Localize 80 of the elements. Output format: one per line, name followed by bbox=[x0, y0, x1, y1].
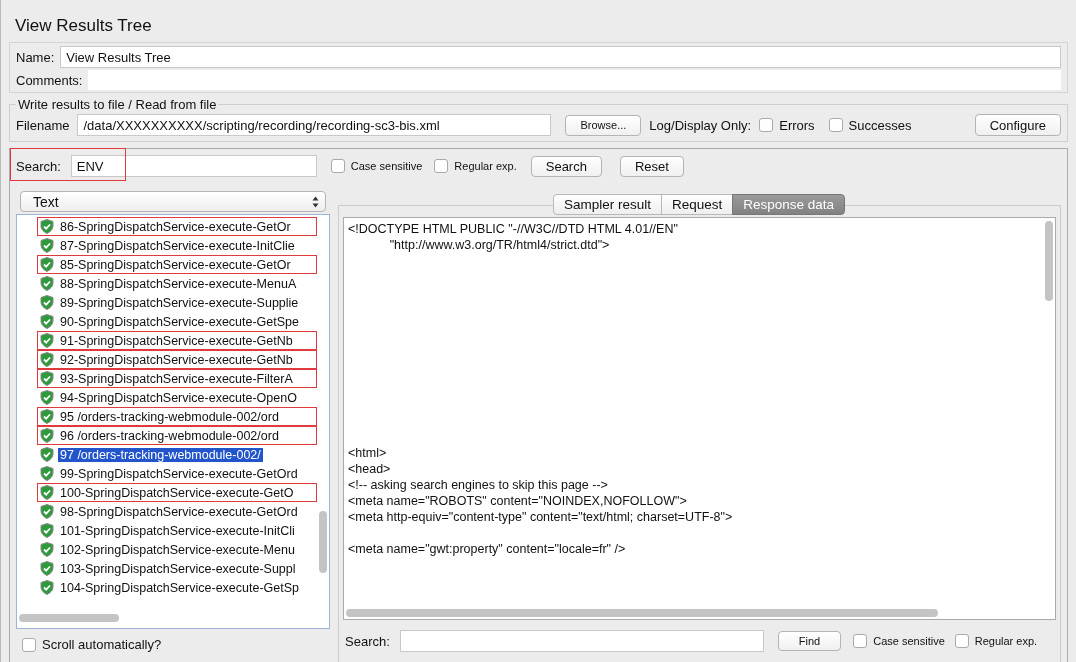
tree-item[interactable]: 95 /orders-tracking-webmodule-002/ord bbox=[37, 407, 317, 426]
tree-item[interactable]: 104-SpringDispatchService-execute-GetSp bbox=[37, 578, 317, 597]
scrollbar-thumb[interactable] bbox=[19, 614, 119, 622]
renderer-dropdown[interactable]: Text bbox=[20, 191, 326, 212]
success-shield-icon bbox=[40, 409, 54, 424]
success-shield-icon bbox=[40, 542, 54, 557]
checkbox[interactable] bbox=[759, 118, 774, 132]
field-label: Comments: bbox=[16, 72, 83, 88]
checkbox-label: Successes bbox=[848, 117, 912, 133]
field-label: Name: bbox=[16, 49, 55, 65]
configure-button[interactable]: Configure bbox=[974, 114, 1061, 136]
group-legend: Write results to file / Read from file bbox=[16, 97, 219, 112]
success-shield-icon bbox=[40, 333, 54, 348]
checkbox[interactable] bbox=[954, 634, 969, 648]
success-shield-icon bbox=[40, 295, 54, 310]
success-shield-icon bbox=[40, 219, 54, 234]
panel-title: View Results Tree bbox=[14, 15, 153, 37]
filename-field[interactable]: /data/XXXXXXXXXX/scripting/recording/recording-sc3-bis.xml bbox=[77, 114, 552, 136]
tree-item[interactable]: 90-SpringDispatchService-execute-GetSpe bbox=[37, 312, 317, 331]
field-label: Log/Display Only: bbox=[649, 117, 752, 133]
tree-item[interactable]: 103-SpringDispatchService-execute-Suppl bbox=[37, 559, 317, 578]
find-field[interactable] bbox=[399, 630, 764, 652]
checkbox[interactable] bbox=[330, 159, 345, 173]
tree-item[interactable]: 93-SpringDispatchService-execute-FilterA bbox=[37, 369, 317, 388]
checkbox-label: Regular exp. bbox=[974, 635, 1038, 647]
success-shield-icon bbox=[40, 276, 54, 291]
tree-item[interactable]: 98-SpringDispatchService-execute-GetOrd bbox=[37, 502, 317, 521]
search-field[interactable]: ENV bbox=[70, 155, 317, 177]
tree-item[interactable]: 102-SpringDispatchService-execute-Menu bbox=[37, 540, 317, 559]
tree-item[interactable]: 99-SpringDispatchService-execute-GetOrd bbox=[37, 464, 317, 483]
success-shield-icon bbox=[40, 561, 54, 576]
tree-item[interactable]: 91-SpringDispatchService-execute-GetNb bbox=[37, 331, 317, 350]
checkbox-label: Errors bbox=[779, 117, 815, 133]
search-button[interactable]: Search bbox=[530, 155, 602, 177]
dropdown-arrows-icon bbox=[312, 195, 319, 208]
tree-item[interactable]: 92-SpringDispatchService-execute-GetNb bbox=[37, 350, 317, 369]
tree-item[interactable]: 88-SpringDispatchService-execute-MenuA bbox=[37, 274, 317, 293]
success-shield-icon bbox=[40, 371, 54, 386]
scrollbar-thumb[interactable] bbox=[319, 511, 327, 573]
success-shield-icon bbox=[40, 390, 54, 405]
response-source-text: <!DOCTYPE HTML PUBLIC "-//W3C//DTD HTML 4.01//EN" "http://www.w3.org/TR/html4/strict.dtd"> <html> <head> <!-- asking search engines to skip this page --> <meta name="ROBOTS" content="NOINDEX,NOFOLLOW"> <meta http-equiv="content-type" content="text/html; charset=UTF-8"> <meta name="gwt:property" content="locale=fr" /> bbox=[348, 221, 733, 557]
success-shield-icon bbox=[40, 523, 54, 538]
checkbox[interactable] bbox=[22, 637, 36, 652]
success-shield-icon bbox=[40, 257, 54, 272]
field-label: Search: bbox=[345, 633, 390, 649]
tree-item[interactable]: 94-SpringDispatchService-execute-OpenO bbox=[37, 388, 317, 407]
success-shield-icon bbox=[40, 352, 54, 367]
success-shield-icon bbox=[40, 314, 54, 329]
checkbox-label: Case sensitive bbox=[350, 160, 423, 172]
name-field[interactable]: View Results Tree bbox=[60, 46, 1061, 68]
tab[interactable]: Sampler result bbox=[552, 194, 662, 215]
tree-item[interactable]: 85-SpringDispatchService-execute-GetOr bbox=[37, 255, 317, 274]
response-text-area[interactable] bbox=[343, 217, 1056, 620]
tree-item[interactable]: 100-SpringDispatchService-execute-GetO bbox=[37, 483, 317, 502]
browse-button[interactable]: Browse... bbox=[565, 114, 642, 136]
checkbox-label: Scroll automatically? bbox=[42, 637, 162, 652]
success-shield-icon bbox=[40, 447, 54, 462]
success-shield-icon bbox=[40, 428, 54, 443]
tree-item[interactable]: 101-SpringDispatchService-execute-InitCli bbox=[37, 521, 317, 540]
checkbox[interactable] bbox=[434, 159, 449, 173]
checkbox-label: Regular exp. bbox=[454, 160, 517, 172]
scrollbar-thumb[interactable] bbox=[1045, 221, 1053, 301]
success-shield-icon bbox=[40, 580, 54, 595]
success-shield-icon bbox=[40, 238, 54, 253]
checkbox-label: Case sensitive bbox=[873, 635, 945, 647]
tab[interactable]: Request bbox=[660, 194, 734, 215]
tree-item[interactable]: 87-SpringDispatchService-execute-InitClie bbox=[37, 236, 317, 255]
field-label: Search: bbox=[16, 158, 61, 174]
field-label: Filename bbox=[16, 117, 70, 133]
success-shield-icon bbox=[40, 466, 54, 481]
search-button[interactable]: Reset bbox=[619, 155, 684, 177]
tree-item[interactable]: 89-SpringDispatchService-execute-Supplie bbox=[37, 293, 317, 312]
checkbox[interactable] bbox=[828, 118, 843, 132]
checkbox[interactable] bbox=[853, 634, 868, 648]
success-shield-icon bbox=[40, 504, 54, 519]
success-shield-icon bbox=[40, 485, 54, 500]
tree-item[interactable]: 86-SpringDispatchService-execute-GetOr bbox=[37, 217, 317, 236]
tree-item[interactable]: 96 /orders-tracking-webmodule-002/ord bbox=[37, 426, 317, 445]
scrollbar-thumb[interactable] bbox=[346, 609, 938, 617]
find-button[interactable]: Find bbox=[777, 631, 842, 651]
